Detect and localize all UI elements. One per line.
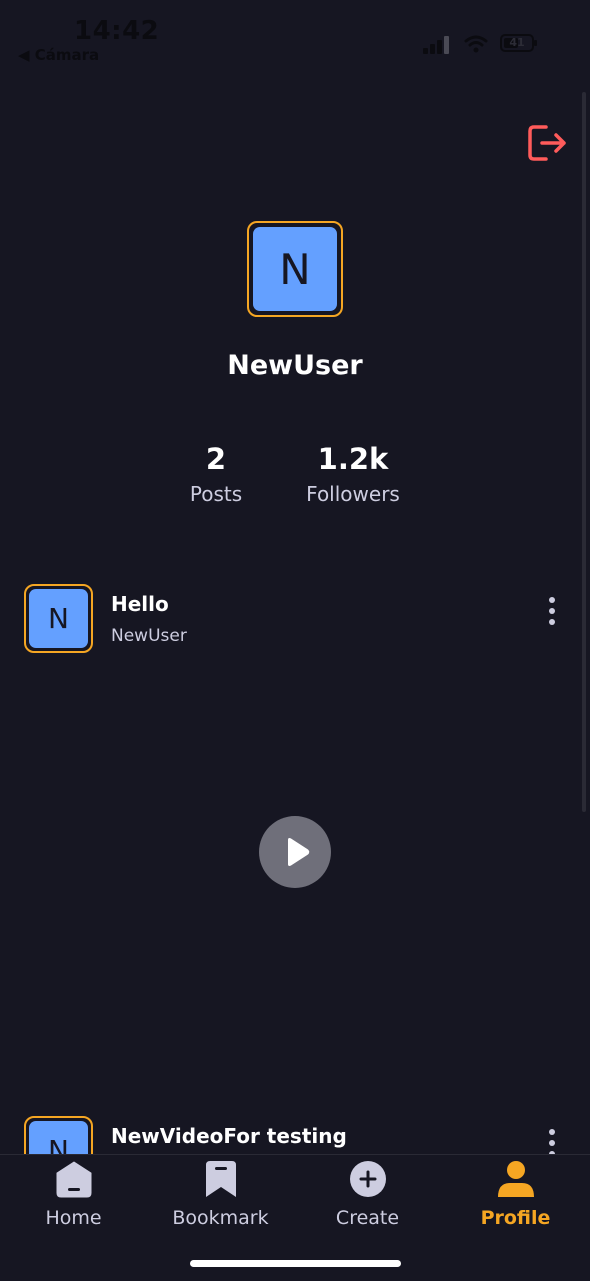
- post-avatar: N: [24, 584, 93, 653]
- tab-create-label: Create: [335, 1207, 400, 1229]
- post-avatar: N: [24, 1116, 93, 1154]
- home-icon: [56, 1161, 91, 1198]
- post-avatar-letter: N: [29, 1121, 88, 1154]
- tab-profile-label: Profile: [480, 1207, 551, 1229]
- status-bar: 14:42 ◀ Cámara 41: [0, 0, 590, 80]
- signal-icon: [423, 36, 449, 54]
- stat-posts-value: 2: [205, 442, 227, 476]
- tab-bookmark-label: Bookmark: [172, 1207, 269, 1229]
- profile-icon: [497, 1161, 534, 1197]
- plus-circle-icon: [349, 1161, 386, 1197]
- post-card: N NewVideoFor testing: [0, 1116, 590, 1154]
- tab-create[interactable]: Create: [294, 1155, 441, 1255]
- wifi-icon: [464, 35, 488, 53]
- post-author: NewUser: [111, 626, 187, 646]
- stat-posts-label: Posts: [189, 482, 243, 506]
- post-title: NewVideoFor testing: [111, 1124, 347, 1148]
- post-menu-icon[interactable]: [546, 1129, 558, 1154]
- battery-icon: 41: [500, 34, 537, 52]
- stat-followers: 1.2k Followers: [292, 442, 414, 506]
- battery-level: 41: [509, 36, 525, 49]
- tab-profile[interactable]: Profile: [442, 1155, 589, 1255]
- home-indicator: [190, 1260, 401, 1267]
- bookmark-icon: [205, 1161, 236, 1197]
- play-button[interactable]: [259, 816, 331, 888]
- post-avatar-letter: N: [29, 589, 88, 648]
- play-icon: [288, 838, 310, 866]
- profile-avatar-letter: N: [253, 227, 337, 311]
- tab-home[interactable]: Home: [0, 1155, 147, 1255]
- tab-home-label: Home: [45, 1207, 102, 1229]
- status-time: 14:42: [74, 16, 160, 46]
- post-menu-icon[interactable]: [546, 597, 558, 625]
- tab-bookmark[interactable]: Bookmark: [147, 1155, 294, 1255]
- stat-followers-value: 1.2k: [317, 442, 389, 476]
- post-title: Hello: [111, 592, 169, 616]
- logout-icon[interactable]: [526, 123, 568, 163]
- profile-avatar: N: [247, 221, 343, 317]
- profile-username: NewUser: [227, 350, 363, 381]
- back-to-camera-link[interactable]: ◀ Cámara: [18, 46, 99, 64]
- stat-followers-label: Followers: [306, 482, 400, 506]
- stat-posts: 2 Posts: [166, 442, 266, 506]
